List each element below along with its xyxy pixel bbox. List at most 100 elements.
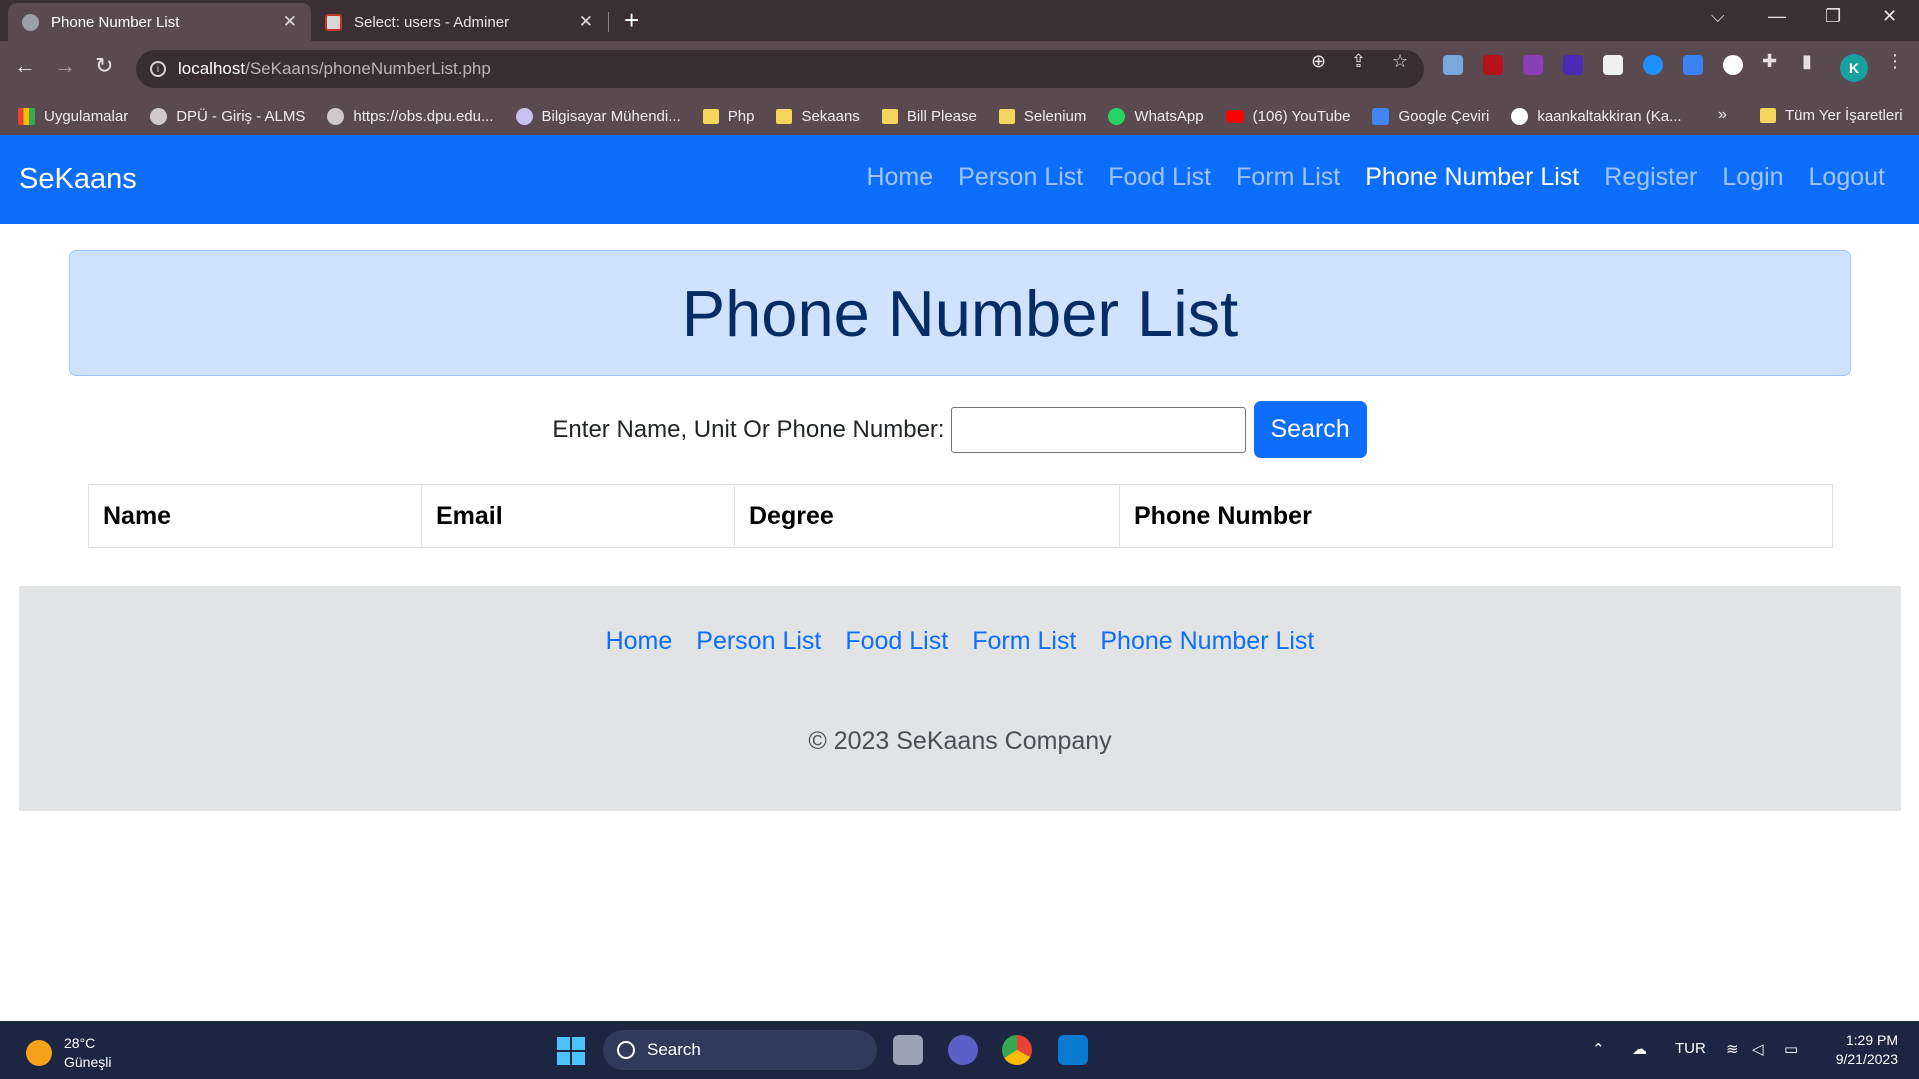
column-header-name: Name	[88, 484, 422, 548]
close-icon[interactable]: ✕	[283, 12, 297, 32]
forward-icon[interactable]: →	[54, 52, 76, 80]
zoom-icon[interactable]: ⊕	[1311, 51, 1326, 72]
bookmark-bilgisayar[interactable]: Bilgisayar Mühendi...	[515, 108, 681, 125]
url-host: localhost	[178, 59, 246, 78]
teams-icon[interactable]	[948, 1035, 978, 1065]
tab-adminer[interactable]: Select: users - Adminer ✕	[311, 3, 607, 41]
browser-toolbar: ← → ↻ i localhost /SeKaans/phoneNumberLi…	[0, 41, 1919, 98]
address-bar[interactable]: i localhost /SeKaans/phoneNumberList.php	[136, 50, 1424, 88]
extension-doc-icon[interactable]	[1683, 55, 1703, 75]
site-info-icon[interactable]: i	[150, 61, 166, 77]
window-close-icon[interactable]: ✕	[1882, 6, 1897, 27]
minimize-icon[interactable]: —	[1768, 6, 1786, 27]
url-path: /SeKaans/phoneNumberList.php	[245, 59, 491, 78]
search-form: Enter Name, Unit Or Phone Number: Search	[0, 401, 1919, 458]
site-nav-links: Home Person List Food List Form List Pho…	[841, 163, 1885, 192]
extension-pen-icon[interactable]	[1443, 55, 1463, 75]
bookmark-folder-bill-please[interactable]: Bill Please	[881, 108, 977, 125]
footer-link-home[interactable]: Home	[606, 627, 673, 656]
bookmark-youtube[interactable]: (106) YouTube	[1225, 108, 1351, 125]
side-panel-icon[interactable]: ▮	[1802, 51, 1812, 72]
folder-icon	[776, 109, 793, 124]
column-header-degree: Degree	[734, 484, 1120, 548]
share-icon[interactable]: ⇪	[1351, 51, 1366, 72]
site-brand[interactable]: SeKaans	[19, 163, 137, 196]
footer-link-phone-number-list[interactable]: Phone Number List	[1100, 627, 1314, 656]
clock-time: 1:29 PM	[1845, 1032, 1898, 1048]
globe-icon	[327, 108, 345, 125]
bookmark-label: WhatsApp	[1134, 108, 1204, 125]
tray-overflow-icon[interactable]: ⌃	[1592, 1040, 1605, 1058]
table-header-row: Name Email Degree Phone Number	[88, 484, 1833, 548]
search-button[interactable]: Search	[1253, 401, 1367, 458]
ublock-icon[interactable]	[1483, 55, 1503, 75]
extension-circle-icon[interactable]	[1723, 55, 1743, 75]
bookmark-label: (106) YouTube	[1252, 108, 1351, 125]
bookmark-label: Tüm Yer İşaretleri	[1785, 107, 1903, 124]
new-tab-icon[interactable]: +	[624, 6, 639, 34]
nav-form-list[interactable]: Form List	[1236, 163, 1340, 192]
footer-link-person-list[interactable]: Person List	[696, 627, 821, 656]
nav-home[interactable]: Home	[866, 163, 933, 192]
language-indicator[interactable]: TUR	[1675, 1040, 1706, 1057]
extensions-puzzle-icon[interactable]: ✚	[1762, 51, 1777, 72]
bookmark-github[interactable]: kaankaltakkiran (Ka...	[1511, 108, 1682, 125]
vscode-icon[interactable]	[1058, 1035, 1088, 1065]
footer-copyright: © 2023 SeKaans Company	[808, 727, 1112, 755]
battery-icon[interactable]: ▭	[1784, 1040, 1798, 1058]
nav-person-list[interactable]: Person List	[958, 163, 1083, 192]
bookmark-label: https://obs.dpu.edu...	[353, 108, 494, 125]
chrome-icon[interactable]	[1002, 1035, 1032, 1065]
nav-logout[interactable]: Logout	[1809, 163, 1885, 192]
close-icon[interactable]: ✕	[579, 12, 593, 32]
nav-phone-number-list[interactable]: Phone Number List	[1365, 163, 1579, 192]
bookmark-label: Uygulamalar	[44, 108, 129, 125]
bookmark-label: DPÜ - Giriş - ALMS	[176, 108, 306, 125]
extension-globe-icon[interactable]	[1643, 55, 1663, 75]
taskbar-search[interactable]: Search	[603, 1030, 877, 1070]
bookmark-google-translate[interactable]: Google Çeviri	[1372, 108, 1489, 125]
windows-start-icon[interactable]	[557, 1037, 585, 1065]
bookmark-folder-sekaans[interactable]: Sekaans	[776, 108, 860, 125]
nav-register[interactable]: Register	[1604, 163, 1697, 192]
extension-badge-icon[interactable]	[1563, 55, 1583, 75]
menu-kebab-icon[interactable]: ⋮	[1886, 51, 1904, 72]
browser-tab-bar: Phone Number List ✕ Select: users - Admi…	[0, 0, 1919, 41]
bookmarks-overflow-icon[interactable]: »	[1718, 106, 1727, 124]
reload-icon[interactable]: ↻	[95, 52, 113, 80]
bookmark-dpu-alms[interactable]: DPÜ - Giriş - ALMS	[150, 108, 305, 125]
nav-login[interactable]: Login	[1722, 163, 1783, 192]
bookmark-obs[interactable]: https://obs.dpu.edu...	[327, 108, 494, 125]
tab-phone-number-list[interactable]: Phone Number List ✕	[8, 3, 311, 41]
all-bookmarks-folder[interactable]: Tüm Yer İşaretleri	[1760, 107, 1903, 124]
tab-title: Phone Number List	[51, 13, 180, 31]
profile-avatar[interactable]: K	[1840, 54, 1868, 82]
site-navbar: SeKaans Home Person List Food List Form …	[0, 135, 1919, 224]
nav-food-list[interactable]: Food List	[1108, 163, 1211, 192]
wifi-icon[interactable]: ≋	[1726, 1040, 1739, 1058]
back-icon[interactable]: ←	[14, 52, 36, 80]
restore-icon[interactable]: ❐	[1825, 6, 1841, 27]
footer-link-form-list[interactable]: Form List	[972, 627, 1076, 656]
tab-search-chevron-icon[interactable]: ⌵	[1711, 6, 1725, 27]
taskbar-clock[interactable]: 1:29 PM 9/21/2023	[1826, 1031, 1898, 1069]
extension-brackets-icon[interactable]	[1523, 55, 1543, 75]
onedrive-icon[interactable]: ☁	[1632, 1040, 1647, 1058]
bookmark-star-icon[interactable]: ☆	[1392, 51, 1408, 72]
bookmark-folder-php[interactable]: Php	[702, 108, 754, 125]
volume-icon[interactable]: ◁	[1752, 1040, 1764, 1058]
bookmark-folder-selenium[interactable]: Selenium	[998, 108, 1086, 125]
globe-icon	[22, 13, 39, 31]
bookmark-whatsapp[interactable]: WhatsApp	[1108, 108, 1204, 125]
footer-link-food-list[interactable]: Food List	[845, 627, 948, 656]
column-header-email: Email	[421, 484, 735, 548]
bookmark-label: kaankaltakkiran (Ka...	[1537, 108, 1682, 125]
site-icon	[515, 108, 533, 125]
tab-divider	[608, 12, 609, 32]
weather-widget[interactable]: 28°C Güneşli	[26, 1034, 111, 1072]
sun-icon	[26, 1040, 52, 1066]
extension-w-icon[interactable]	[1603, 55, 1623, 75]
search-input[interactable]	[950, 406, 1246, 453]
file-explorer-icon[interactable]	[893, 1035, 923, 1065]
bookmark-apps[interactable]: Uygulamalar	[18, 108, 128, 125]
